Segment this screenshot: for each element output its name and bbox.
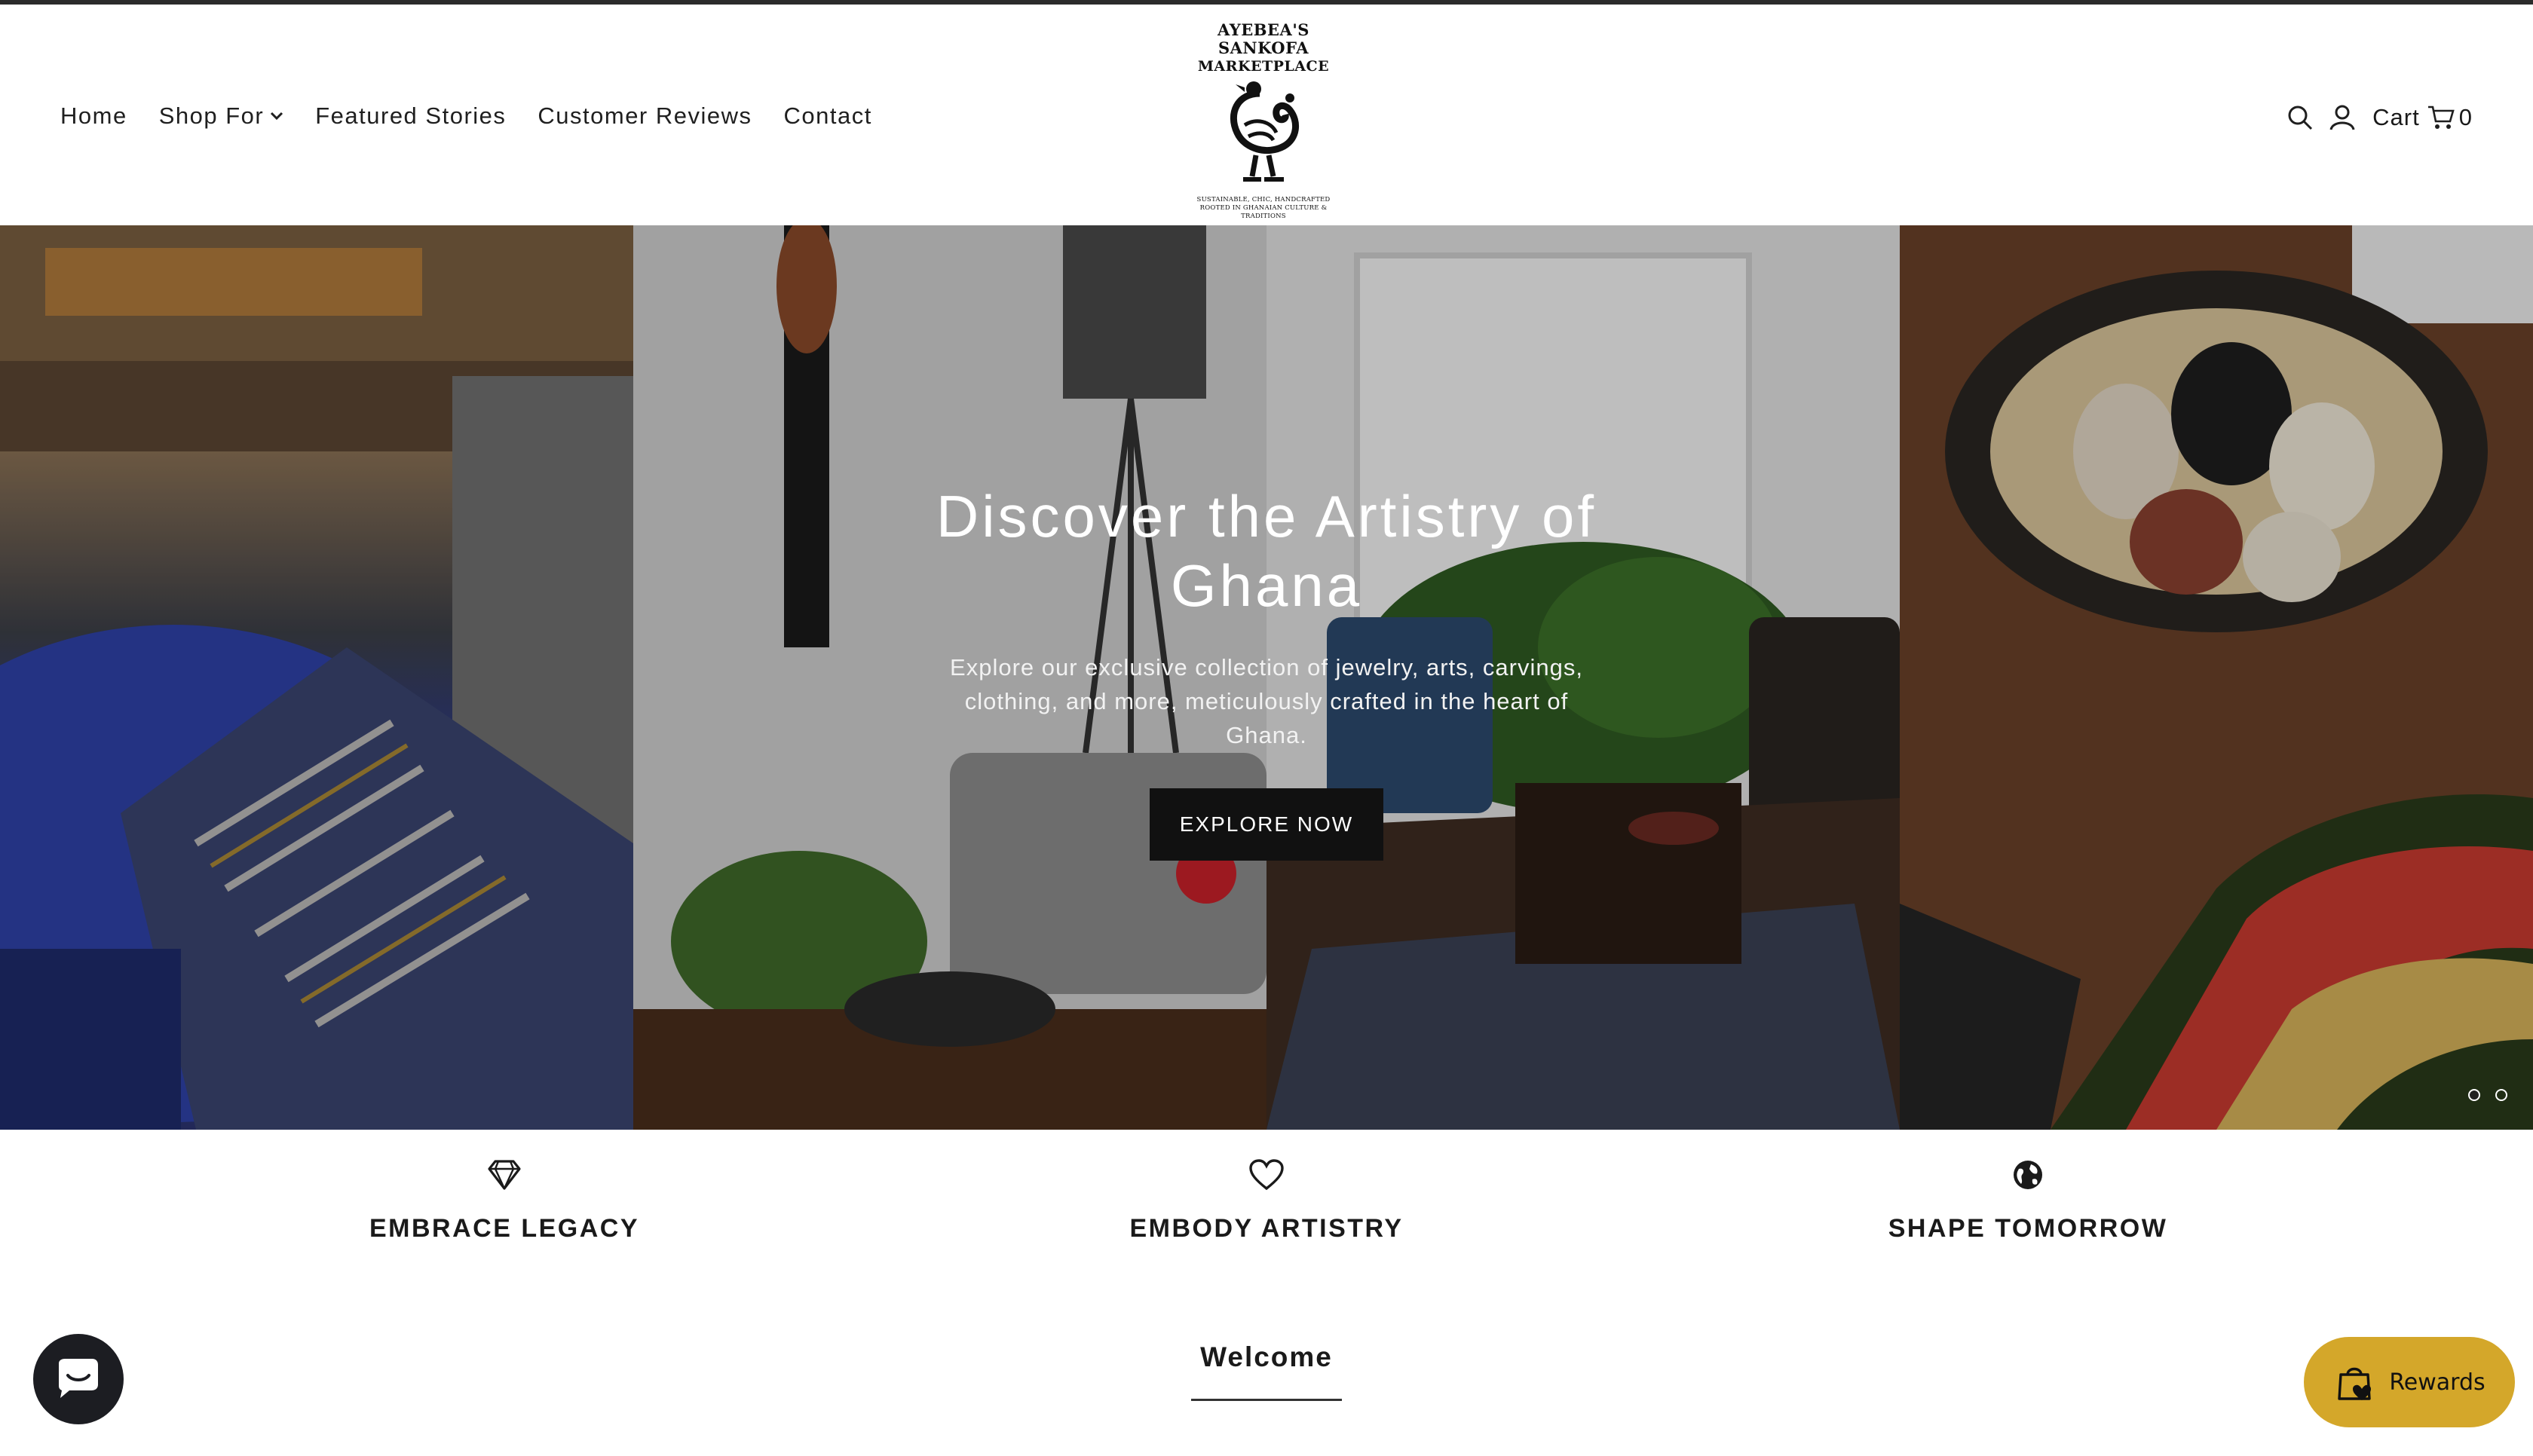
rewards-button[interactable]: Rewards (2304, 1337, 2515, 1427)
shopping-bag-heart-icon (2338, 1367, 2372, 1400)
welcome-heading: Welcome (1200, 1341, 1333, 1372)
nav-featured-stories-label: Featured Stories (315, 102, 507, 129)
features-row: EMBRACE LEGACY EMBODY ARTISTRY SHAPE TOM… (0, 1130, 2533, 1280)
cart-icon (2427, 106, 2455, 129)
logo-tagline-line2: ROOTED IN GHANAIAN CULTURE & TRADITIONS (1199, 204, 1328, 220)
logo-name-line1: AYEBEA'S SANKOFA (1217, 20, 1309, 57)
header-actions: Cart 0 (2271, 104, 2473, 131)
slideshow-dots (2453, 1089, 2507, 1101)
user-icon[interactable] (2329, 104, 2356, 131)
cart-label: Cart (2372, 104, 2420, 130)
hero-content: Discover the Artistry of Ghana Explore o… (890, 482, 1643, 861)
feature-embody-artistry: EMBODY ARTISTRY (1040, 1158, 1493, 1243)
nav-customer-reviews-label: Customer Reviews (538, 102, 752, 129)
feature-embrace-legacy: EMBRACE LEGACY (278, 1158, 730, 1243)
hero-subtitle: Explore our exclusive collection of jewe… (950, 654, 1583, 748)
chat-icon (59, 1359, 98, 1398)
nav-contact[interactable]: Contact (784, 102, 872, 130)
site-logo[interactable]: AYEBEA'S SANKOFA MARKETPLACE SUSTAINABLE… (1178, 20, 1349, 221)
hero-slideshow: Discover the Artistry of Ghana Explore o… (0, 225, 2533, 1130)
site-header: Home Shop For Featured Stories Customer … (0, 5, 2533, 225)
nav-home-label: Home (60, 102, 127, 129)
diamond-icon (488, 1160, 521, 1190)
globe-icon (2014, 1161, 2042, 1189)
slide-dot-2[interactable] (2495, 1089, 2507, 1101)
nav-customer-reviews[interactable]: Customer Reviews (538, 102, 752, 130)
welcome-underline (1191, 1399, 1342, 1401)
welcome-section: Welcome (1116, 1341, 1417, 1401)
feature-title: SHAPE TOMORROW (1888, 1214, 2168, 1243)
nav-shop-for[interactable]: Shop For (159, 102, 284, 130)
nav-featured-stories[interactable]: Featured Stories (315, 102, 506, 130)
logo-name-line2: MARKETPLACE (1197, 58, 1330, 75)
chat-button[interactable] (33, 1334, 124, 1424)
heart-icon (1249, 1159, 1284, 1191)
main-nav: Home Shop For Featured Stories Customer … (60, 102, 904, 130)
rewards-label: Rewards (2389, 1369, 2486, 1396)
nav-contact-label: Contact (783, 102, 872, 129)
logo-tagline-line1: SUSTAINABLE, CHIC, HANDCRAFTED (1196, 196, 1331, 203)
nav-home[interactable]: Home (60, 102, 127, 130)
cart-count: 0 (2458, 104, 2473, 130)
slide-dot-1[interactable] (2468, 1089, 2480, 1101)
hero-title: Discover the Artistry of Ghana (936, 483, 1597, 619)
feature-title: EMBRACE LEGACY (369, 1214, 640, 1243)
cart-button[interactable]: Cart 0 (2372, 104, 2473, 131)
explore-now-button[interactable]: EXPLORE NOW (1149, 788, 1384, 861)
chevron-down-icon (271, 112, 283, 121)
feature-shape-tomorrow: SHAPE TOMORROW (1802, 1158, 2254, 1243)
search-icon[interactable] (2286, 104, 2314, 131)
nav-shop-for-label: Shop For (158, 102, 265, 129)
feature-title: EMBODY ARTISTRY (1129, 1214, 1404, 1243)
sankofa-bird-icon (1230, 81, 1299, 182)
